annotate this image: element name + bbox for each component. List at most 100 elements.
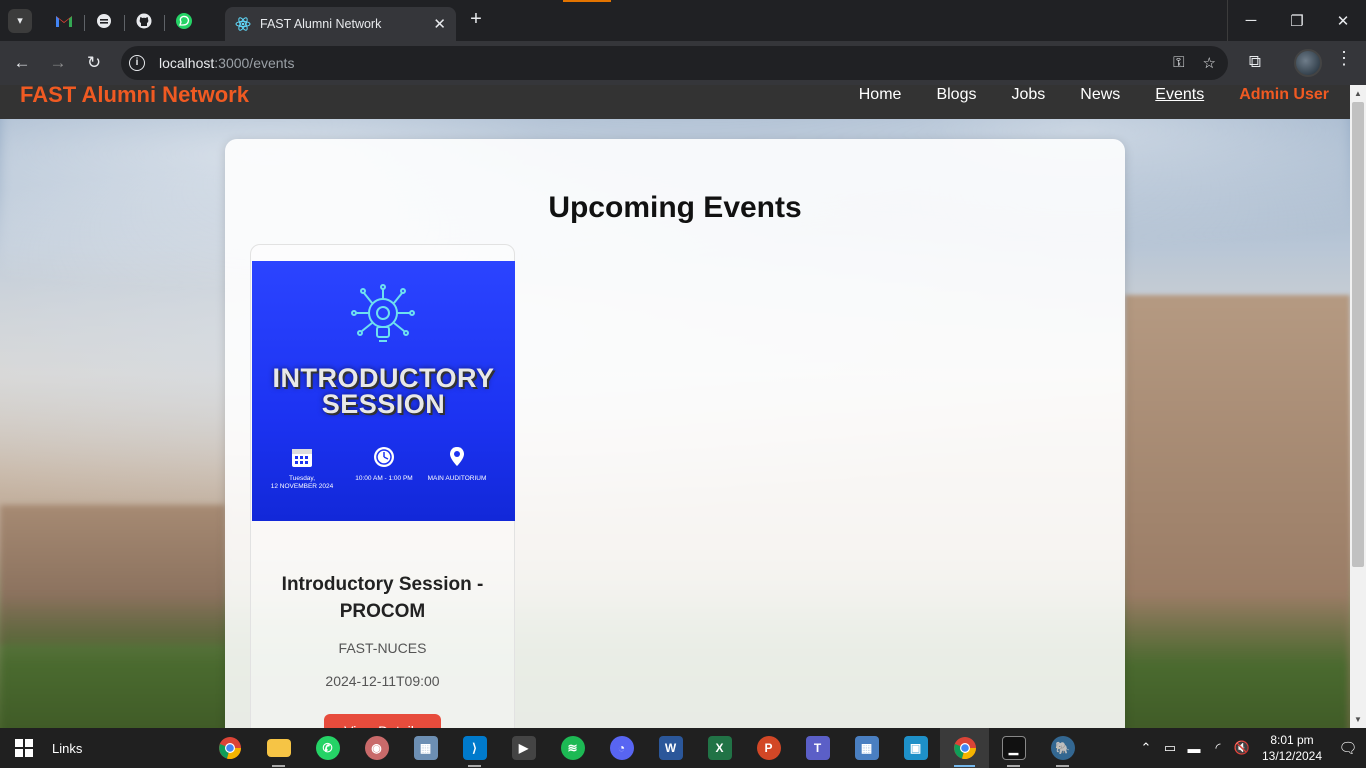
pinned-tab-2[interactable] — [84, 5, 124, 37]
taskbar-terminal-app[interactable]: ▶ — [499, 728, 548, 768]
taskbar-virtualbox[interactable]: ▣ — [891, 728, 940, 768]
chrome-icon — [953, 737, 976, 760]
browser-menu-icon[interactable]: ⋮ — [1334, 48, 1354, 69]
command-prompt-icon: ▁ — [1001, 736, 1026, 760]
event-datetime: 2024-12-11T09:00 — [325, 673, 440, 689]
vscode-icon: ⟩ — [462, 736, 487, 760]
taskbar-file-explorer[interactable] — [254, 728, 303, 768]
reload-button[interactable]: ↻ — [76, 45, 112, 81]
taskbar-app-5[interactable]: ▦ — [401, 728, 450, 768]
discord-icon: ◔ — [609, 736, 634, 760]
view-details-button[interactable]: View Details — [324, 714, 441, 728]
nav-blogs[interactable]: Blogs — [936, 85, 976, 105]
tab-fast-alumni[interactable]: FAST Alumni Network ✕ — [225, 7, 456, 41]
taskbar-powerpoint[interactable]: P — [744, 728, 793, 768]
clock-icon — [374, 447, 394, 467]
lightbulb-circuit-icon — [351, 284, 415, 342]
taskbar-calculator[interactable]: ▦ — [842, 728, 891, 768]
virtualbox-icon: ▣ — [903, 736, 928, 760]
wifi-icon[interactable]: ◜ — [1206, 740, 1230, 756]
taskbar-spotify[interactable]: ≋ — [548, 728, 597, 768]
url-path: :3000/events — [214, 55, 295, 71]
restore-button[interactable]: ❐ — [1274, 0, 1320, 41]
battery-charge-icon[interactable]: ▬ — [1182, 741, 1206, 756]
system-tray: ⌃ ▭ ▬ ◜ 🔇 8:01 pm 13/12/2024 🗨 — [1134, 728, 1366, 768]
excel-icon: X — [707, 736, 732, 760]
taskbar-word[interactable]: W — [646, 728, 695, 768]
teams-icon: T — [805, 736, 830, 760]
nav-jobs[interactable]: Jobs — [1011, 85, 1045, 105]
bookmark-star-icon[interactable]: ☆ — [1203, 54, 1216, 72]
nav-links: Home Blogs Jobs News Events Admin User — [859, 85, 1329, 105]
taskbar-vscode[interactable]: ⟩ — [450, 728, 499, 768]
poster-venue: MAIN AUDITORIUM — [412, 445, 502, 483]
close-window-button[interactable]: ✕ — [1320, 0, 1366, 41]
site-navbar: FAST Alumni Network Home Blogs Jobs News… — [0, 85, 1350, 119]
taskbar-discord[interactable]: ◔ — [597, 728, 646, 768]
site-info-icon[interactable]: i — [129, 55, 145, 71]
event-card: INTRODUCTORY SESSION Tuesday, 12 NOVEMBE… — [250, 244, 515, 728]
nav-admin-user[interactable]: Admin User — [1239, 85, 1329, 105]
event-poster-image: INTRODUCTORY SESSION Tuesday, 12 NOVEMBE… — [252, 261, 515, 521]
taskbar-chrome-active[interactable] — [940, 728, 989, 768]
extensions-puzzle-icon[interactable]: ⧉ — [1241, 48, 1269, 76]
taskbar-teams[interactable]: T — [793, 728, 842, 768]
clock-date: 13/12/2024 — [1261, 749, 1323, 763]
tab-search-button[interactable]: ▾ — [8, 8, 32, 33]
battery-icon[interactable]: ▭ — [1158, 740, 1182, 756]
taskbar-app-4[interactable]: ◉ — [352, 728, 401, 768]
terminal-arrow-icon: ▶ — [511, 736, 536, 760]
forward-button[interactable]: → — [40, 45, 76, 81]
spotify-icon: ≋ — [560, 736, 585, 760]
whatsapp-icon — [176, 12, 192, 29]
nav-home[interactable]: Home — [859, 85, 902, 105]
site-icon — [97, 13, 111, 28]
powerpoint-icon: P — [756, 736, 781, 760]
close-tab-icon[interactable]: ✕ — [433, 15, 446, 33]
scrollbar-thumb[interactable] — [1352, 102, 1364, 567]
nav-events[interactable]: Events — [1155, 85, 1204, 105]
window-controls: ─ ❐ ✕ — [1227, 0, 1366, 41]
taskbar-links-toolbar[interactable]: Links — [52, 741, 82, 756]
taskbar-excel[interactable]: X — [695, 728, 744, 768]
calculator-icon: ▦ — [854, 736, 879, 760]
browser-tabstrip: ▾ FAST Alumni Network ✕ + ─ ❐ ✕ — [0, 0, 1366, 41]
address-bar[interactable]: i localhost:3000/events ⚿ ☆ — [121, 46, 1228, 80]
show-hidden-icons-chevron-icon[interactable]: ⌃ — [1134, 740, 1158, 756]
poster-date-line1: Tuesday, — [288, 475, 315, 482]
pinned-tab-github[interactable] — [124, 5, 164, 37]
taskbar-clock[interactable]: 8:01 pm 13/12/2024 — [1254, 732, 1330, 764]
new-tab-button[interactable]: + — [464, 8, 488, 32]
whatsapp-icon: ✆ — [315, 736, 340, 760]
scroll-up-icon[interactable]: ▲ — [1354, 89, 1362, 98]
event-organizer: FAST-NUCES — [338, 640, 427, 656]
tab-accent-line — [563, 0, 611, 2]
github-icon — [136, 13, 152, 28]
poster-title-line2: SESSION — [321, 389, 446, 419]
taskbar-whatsapp[interactable]: ✆ — [303, 728, 352, 768]
volume-muted-icon[interactable]: 🔇 — [1230, 740, 1254, 756]
scroll-down-icon[interactable]: ▼ — [1354, 715, 1362, 724]
minimize-button[interactable]: ─ — [1228, 0, 1274, 41]
taskbar-chrome[interactable] — [205, 728, 254, 768]
back-button[interactable]: ← — [4, 45, 40, 81]
nav-news[interactable]: News — [1080, 85, 1120, 105]
notifications-icon[interactable]: 🗨 — [1330, 739, 1366, 757]
web-page: FAST Alumni Network Home Blogs Jobs News… — [0, 85, 1350, 728]
start-button[interactable] — [0, 728, 48, 768]
taskbar-cmd[interactable]: ▁ — [989, 728, 1038, 768]
password-key-icon[interactable]: ⚿ — [1173, 54, 1184, 72]
pinned-tab-whatsapp[interactable] — [164, 5, 204, 37]
windows-logo-icon — [15, 739, 33, 757]
profile-avatar[interactable] — [1294, 49, 1322, 77]
site-brand[interactable]: FAST Alumni Network — [20, 85, 249, 107]
gmail-icon — [56, 15, 72, 27]
browser-toolbar: ← → ↻ i localhost:3000/events ⚿ ☆ ⧉ ⋮ — [0, 41, 1366, 85]
taskbar-pgadmin[interactable]: 🐘 — [1038, 728, 1087, 768]
poster-date-line2: 12 NOVEMBER 2024 — [270, 483, 334, 490]
page-scrollbar[interactable]: ▲ ▼ — [1350, 85, 1366, 728]
tab-title: FAST Alumni Network — [260, 17, 382, 31]
pinned-tab-gmail[interactable] — [44, 5, 84, 37]
url-host: localhost — [159, 55, 215, 71]
events-container: Upcoming Events INTRODUCTORY SESSION Tue… — [225, 139, 1125, 728]
